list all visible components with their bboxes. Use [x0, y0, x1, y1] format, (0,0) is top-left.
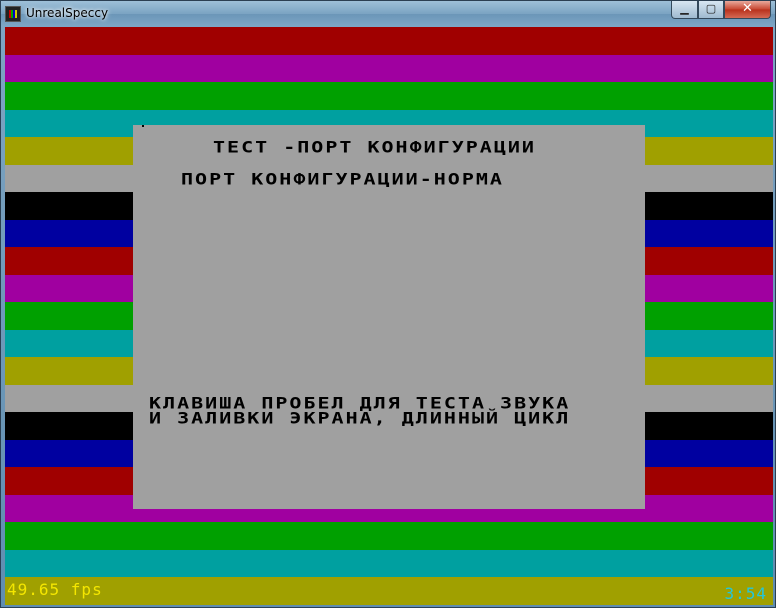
- screen-paper: ТЕСТ -ПОРТ КОНФИГУРАЦИИ ПОРТ КОНФИГУРАЦИ…: [133, 125, 645, 509]
- border-stripe: [5, 27, 773, 56]
- window-title: UnrealSpeccy: [26, 6, 109, 20]
- app-icon[interactable]: [5, 6, 21, 22]
- hint-line-2: И ЗАЛИВКИ ЭКРАНА, ДЛИННЫЙ ЦИКЛ: [149, 408, 571, 428]
- title-bar[interactable]: UnrealSpeccy ▁ ▢ ✕: [1, 1, 775, 27]
- minimize-button[interactable]: ▁: [671, 1, 698, 19]
- clock: 3:54: [724, 584, 767, 603]
- fps-counter: 49.65 fps: [7, 580, 103, 599]
- border-stripe: [5, 54, 773, 83]
- test-title: ТЕСТ -ПОРТ КОНФИГУРАЦИИ: [213, 137, 536, 157]
- border-stripe: [5, 549, 773, 578]
- maximize-button[interactable]: ▢: [698, 1, 724, 19]
- border-stripe: [5, 577, 773, 605]
- emulator-screen[interactable]: ТЕСТ -ПОРТ КОНФИГУРАЦИИ ПОРТ КОНФИГУРАЦИ…: [5, 27, 773, 605]
- emulator-window: UnrealSpeccy ▁ ▢ ✕ ТЕСТ -ПОРТ КОНФИГУРАЦ…: [0, 0, 776, 608]
- result-line: ПОРТ КОНФИГУРАЦИИ-НОРМА: [181, 169, 504, 189]
- border-stripe: [5, 82, 773, 111]
- pixel-dot: [142, 125, 144, 127]
- close-button[interactable]: ✕: [724, 1, 771, 19]
- border-stripe: [5, 522, 773, 551]
